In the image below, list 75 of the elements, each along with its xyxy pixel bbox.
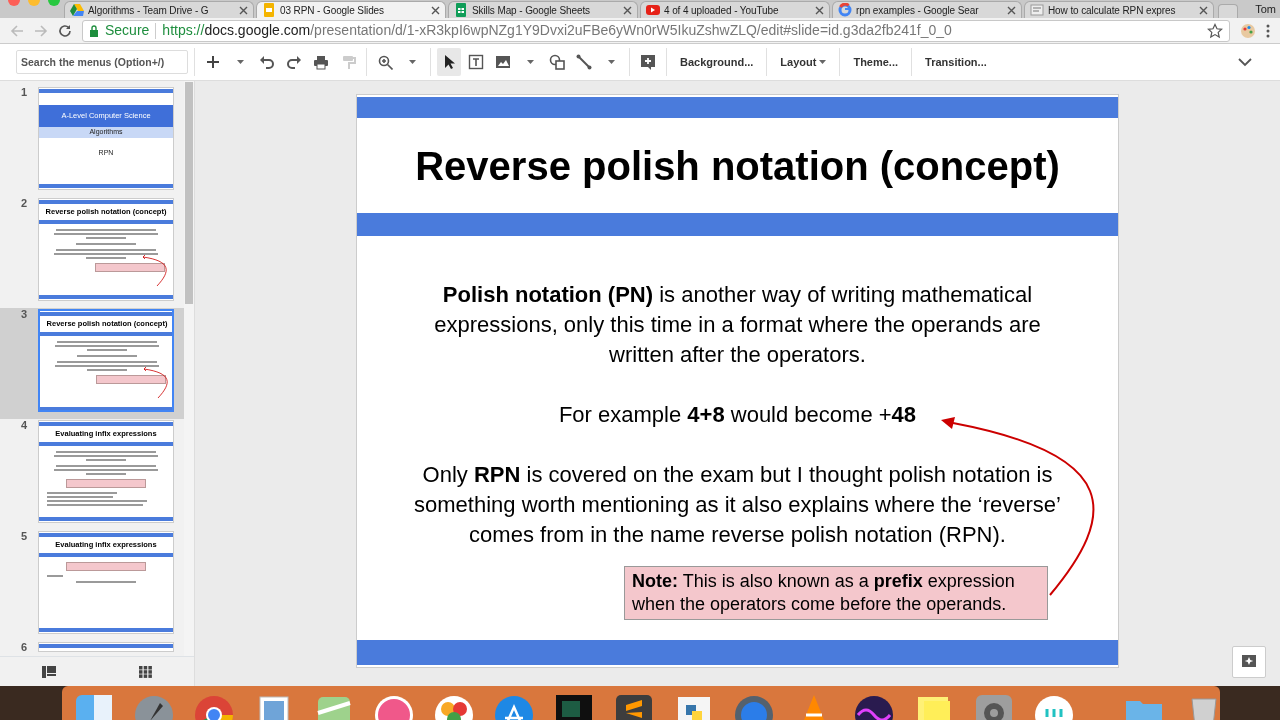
slide-title: Reverse polish notation (concept): [414, 142, 1061, 190]
shapes-icon: [549, 54, 565, 70]
paragraph: Polish notation (PN) is another way of writing mathematical expressions, only this time in a format where the operands are written after the operators.: [433, 281, 1042, 369]
grid-view-icon[interactable]: [139, 665, 153, 678]
slide-number: 4: [20, 419, 29, 431]
toolbar-button[interactable]: Layout: [773, 48, 834, 76]
browser-tab[interactable]: 4 of 4 uploaded - YouTube: [640, 1, 830, 18]
close-icon[interactable]: [239, 5, 248, 15]
slide-number: 6: [20, 641, 29, 653]
close-icon[interactable]: [815, 5, 824, 15]
flower-icon[interactable]: [432, 693, 476, 720]
caret-icon: [526, 60, 534, 64]
zoom-in-icon: [377, 54, 393, 70]
reload-icon[interactable]: [58, 23, 72, 38]
paragraph: For example 4+8 would become +48: [558, 401, 917, 429]
explore-button[interactable]: [1232, 646, 1266, 678]
sheets-icon: [454, 3, 468, 17]
toolbar-button[interactable]: Theme...: [846, 48, 906, 76]
lock-icon: [89, 24, 99, 37]
text-lines-drawing: [47, 575, 63, 577]
close-icon[interactable]: [431, 5, 440, 15]
url-text: https://docs.google.com/presentation/d/1-xR3kpI6wpNZg1Y9Dvxi2uFBe6yWn0rW5IkuZshwZLQ/edit#slide=id.g3da2fb241f_0_0: [162, 21, 952, 40]
address-bar[interactable]: Secure https://docs.google.com/presentation/d/1-xR3kpI6wpNZg1Y9Dvxi2uFBe6yWn0rW5IkuZshwZLQ/edit#slide=id.g3da2fb241f_0_0: [82, 19, 1230, 42]
collapse-chevron-icon[interactable]: [1238, 57, 1252, 67]
more-menu-icon[interactable]: [1266, 23, 1270, 38]
app-icon[interactable]: [1032, 693, 1076, 720]
caret-icon: [607, 60, 615, 64]
scrollbar-thumb[interactable]: [185, 82, 193, 304]
toolbar-button[interactable]: Transition...: [918, 48, 994, 76]
paragraph: Only RPN is covered on the exam but I thought polish notation is something worth mentioning as it also explains where the ‘reverse’ comes from in the name reverse polish notation (RPN).: [413, 461, 1062, 549]
slide-number: 5: [20, 530, 29, 542]
browser-icon[interactable]: [192, 693, 236, 720]
slide-number: 3: [20, 308, 29, 320]
sparkle-icon: [1241, 654, 1257, 670]
palette-icon[interactable]: [1240, 22, 1256, 39]
note-box: [95, 263, 165, 272]
voice-assistant-icon[interactable]: [852, 693, 896, 720]
document-icon: [1030, 3, 1044, 17]
paint-roller-icon: [340, 54, 356, 70]
slides-icon: [262, 3, 276, 17]
toolbar-button[interactable]: Background...: [673, 48, 761, 76]
line-icon: [576, 54, 592, 70]
note-box: [96, 375, 166, 384]
bookmark-star-icon[interactable]: [1207, 22, 1223, 39]
cursor-icon: [442, 54, 456, 70]
slide-number: 2: [20, 197, 29, 209]
close-icon[interactable]: [623, 5, 632, 15]
browser-tab[interactable]: How to calculate RPN expres: [1024, 1, 1214, 18]
note-box: Note: This is also known as a prefix expression when the operators come before the operands.: [624, 566, 1048, 620]
caret-icon: [236, 60, 244, 64]
close-icon[interactable]: [1199, 5, 1208, 15]
add-comment-icon: [640, 54, 656, 70]
search-menus-field[interactable]: Search the menus (Option+/): [16, 50, 188, 74]
caret-icon: [408, 60, 416, 64]
redo-icon: [286, 55, 302, 69]
select-button[interactable]: [437, 48, 461, 76]
browser-tab[interactable]: 03 RPN - Google Slides: [256, 1, 446, 18]
plus-icon: [206, 55, 220, 69]
app-store-icon[interactable]: [492, 693, 536, 720]
image-icon: [495, 54, 511, 70]
browser-tab[interactable]: rpn examples - Google Sear: [832, 1, 1022, 18]
slide-canvas[interactable]: [357, 95, 1118, 667]
close-icon[interactable]: [1007, 5, 1016, 15]
secure-label: Secure: [105, 21, 150, 40]
text-box-icon: [468, 54, 484, 70]
drive-icon: [70, 3, 84, 17]
search-engine-icon: [838, 3, 852, 17]
browser-tab[interactable]: Algorithms - Team Drive - G: [64, 1, 254, 18]
undo-icon: [259, 55, 275, 69]
list-view-icon[interactable]: [41, 665, 56, 678]
browser-tab[interactable]: Skills Map - Google Sheets: [448, 1, 638, 18]
video-play-icon: [646, 3, 660, 17]
printer-icon: [313, 54, 329, 70]
profile-name[interactable]: Tom: [1255, 0, 1276, 18]
slide-number: 1: [20, 86, 29, 98]
